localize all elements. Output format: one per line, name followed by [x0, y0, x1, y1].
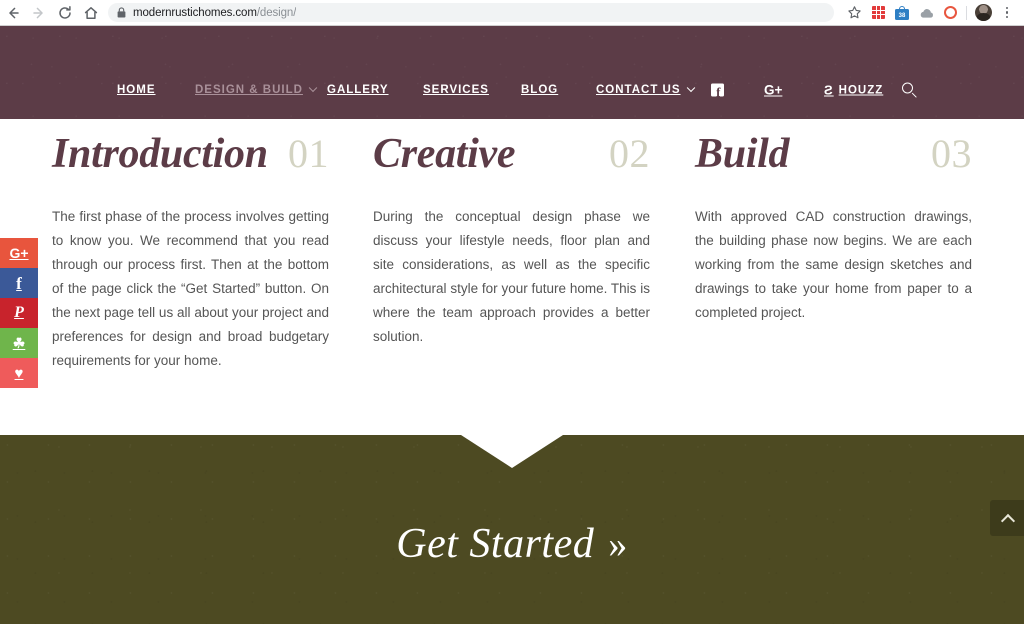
nav-item-houzz[interactable]: Ƨ HOUZZ — [824, 84, 883, 97]
share-pinterest-button[interactable]: P — [0, 298, 38, 328]
column-number: 02 — [609, 131, 650, 176]
column-number: 01 — [288, 131, 329, 176]
url-domain: modernrustichomes.com — [133, 6, 257, 19]
browser-actions: 38 — [842, 0, 1024, 26]
nav-item-google-plus[interactable]: G+ — [764, 83, 782, 98]
get-started-button[interactable]: Get Started » — [0, 435, 1024, 624]
red-grid-extension-icon[interactable] — [866, 0, 890, 26]
browser-toolbar: modernrustichomes.com/design/ 38 — [0, 0, 1024, 26]
chevron-down-icon — [686, 83, 695, 93]
content-column-creative: Creative 02 During the conceptual design… — [373, 119, 650, 349]
nav-label-gallery: GALLERY — [327, 84, 389, 96]
chevron-up-icon — [1002, 513, 1013, 524]
evernote-icon: ☘ — [12, 335, 26, 351]
reload-button[interactable] — [52, 0, 78, 26]
column-heading: Introduction 01 — [52, 119, 329, 189]
get-started-label: Get Started » — [396, 520, 627, 568]
browser-menu-button[interactable] — [995, 0, 1019, 26]
cloud-extension-icon[interactable] — [914, 0, 938, 26]
toolbar-divider — [966, 5, 967, 20]
google-plus-icon: G+ — [764, 82, 783, 98]
back-button[interactable] — [0, 0, 26, 26]
bookmark-star-icon[interactable] — [842, 0, 866, 26]
facebook-icon: f — [16, 273, 22, 293]
red-ring-extension-icon[interactable] — [938, 0, 962, 26]
column-body-text: With approved CAD construction drawings,… — [695, 209, 972, 320]
share-love-button[interactable]: ♥ — [0, 358, 38, 388]
home-button[interactable] — [78, 0, 104, 26]
avatar[interactable] — [971, 0, 995, 26]
nav-item-gallery[interactable]: GALLERY — [327, 84, 389, 96]
url-path: /design/ — [256, 6, 297, 19]
heart-icon: ♥ — [14, 364, 24, 382]
content-columns: Introduction 01 The first phase of the p… — [0, 119, 1024, 435]
search-button[interactable] — [902, 82, 917, 98]
column-title: Creative — [373, 131, 516, 177]
site-header: HOME DESIGN & BUILD GALLERY SERVICES BLO… — [0, 26, 1024, 119]
nav-label-contact-us: CONTACT US — [596, 84, 681, 96]
share-facebook-button[interactable]: f — [0, 268, 38, 298]
nav-item-design-and-build[interactable]: DESIGN & BUILD — [195, 83, 318, 96]
houzz-icon: Ƨ — [824, 82, 834, 98]
column-body-text: The first phase of the process involves … — [52, 209, 329, 368]
column-number: 03 — [931, 131, 972, 176]
nav-item-home[interactable]: HOME — [117, 84, 156, 96]
share-evernote-button[interactable]: ☘ — [0, 328, 38, 358]
nav-label-home: HOME — [117, 84, 156, 96]
lock-icon — [117, 7, 126, 18]
column-title: Build — [695, 131, 790, 177]
address-bar[interactable]: modernrustichomes.com/design/ — [108, 3, 834, 22]
get-started-section: Get Started » — [0, 435, 1024, 624]
column-heading: Creative 02 — [373, 119, 650, 189]
pinterest-icon: P — [14, 304, 24, 321]
nav-item-contact-us[interactable]: CONTACT US — [596, 83, 695, 96]
column-heading: Build 03 — [695, 119, 972, 189]
get-started-text: Get Started — [396, 520, 595, 567]
nav-label-houzz: HOUZZ — [838, 84, 884, 96]
google-plus-icon: G+ — [9, 245, 29, 261]
shopping-bag-extension-icon[interactable]: 38 — [890, 0, 914, 26]
chevron-down-icon — [308, 83, 318, 93]
share-google-plus-button[interactable]: G+ — [0, 238, 38, 268]
nav-label-services: SERVICES — [423, 84, 489, 96]
main-navigation: HOME DESIGN & BUILD GALLERY SERVICES BLO… — [0, 26, 1024, 119]
url-text: modernrustichomes.com/design/ — [133, 7, 296, 19]
forward-button[interactable] — [26, 0, 52, 26]
search-icon — [902, 82, 917, 98]
social-share-rail: G+ f P ☘ ♥ — [0, 238, 38, 388]
column-title: Introduction — [52, 131, 268, 177]
nav-label-design-and-build: DESIGN & BUILD — [195, 84, 303, 96]
extension-badge-count: 38 — [898, 12, 906, 19]
double-chevron-right-icon: » — [608, 523, 628, 566]
content-column-build: Build 03 With approved CAD construction … — [695, 119, 972, 325]
nav-item-blog[interactable]: BLOG — [521, 84, 558, 96]
scroll-to-top-button[interactable] — [990, 500, 1024, 536]
facebook-icon — [711, 83, 724, 99]
content-column-introduction: Introduction 01 The first phase of the p… — [52, 119, 329, 373]
nav-label-blog: BLOG — [521, 84, 559, 96]
nav-item-facebook[interactable] — [711, 83, 724, 99]
column-body-text: During the conceptual design phase we di… — [373, 209, 650, 344]
nav-item-services[interactable]: SERVICES — [423, 84, 489, 96]
